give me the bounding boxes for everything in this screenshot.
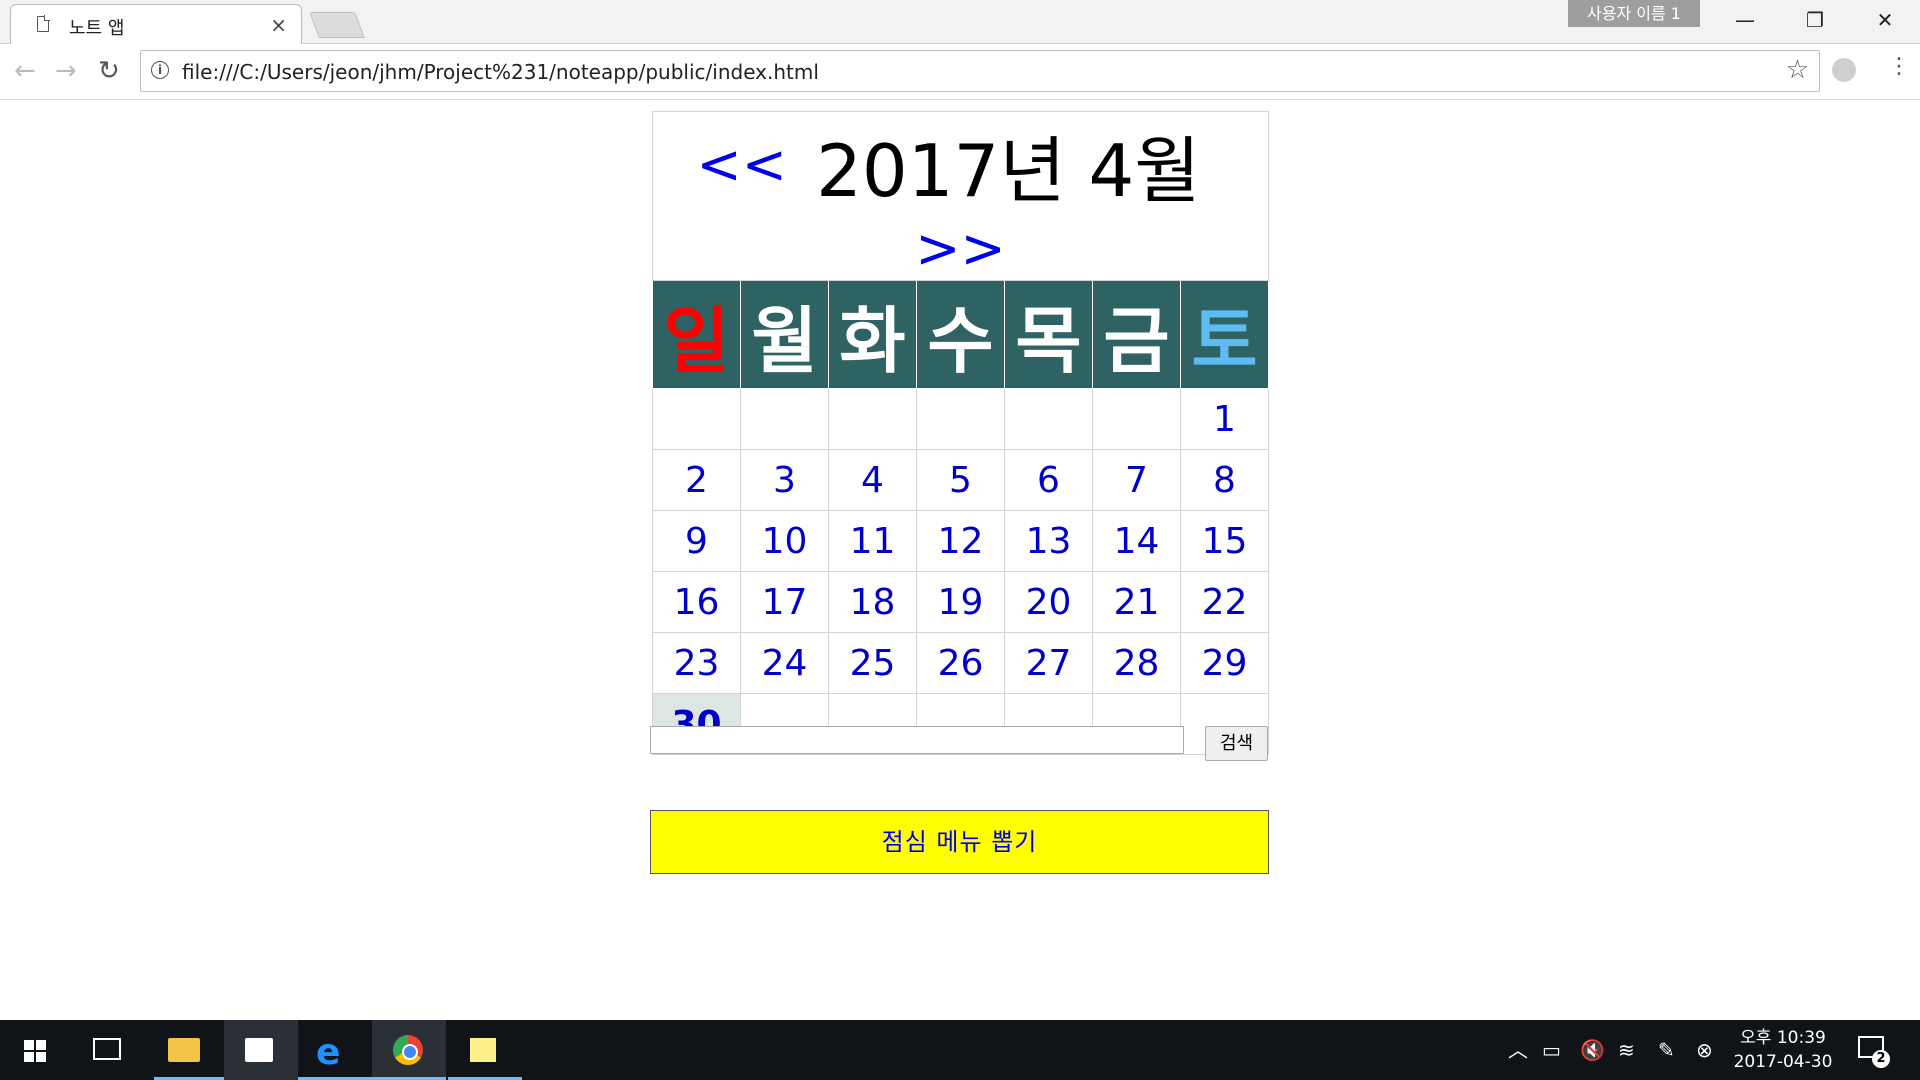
day-cell[interactable]: 18 — [828, 571, 917, 633]
browser-menu-icon[interactable]: ⋮ — [1888, 54, 1910, 79]
maximize-button[interactable]: ❐ — [1780, 0, 1850, 40]
taskbar: e ︿ ▭ 🔇 ≋ ✎ ⊗ 오후 10:39 2017-04-30 2 — [0, 1020, 1920, 1080]
day-cell[interactable]: 13 — [1004, 510, 1093, 572]
volume-muted-icon[interactable]: 🔇 — [1580, 1020, 1605, 1080]
day-cell[interactable]: 16 — [652, 571, 741, 633]
clock-date: 2017-04-30 — [1733, 1052, 1833, 1072]
pen-icon[interactable]: ✎ — [1658, 1020, 1675, 1080]
day-cell[interactable]: 9 — [652, 510, 741, 572]
day-cell[interactable]: 17 — [740, 571, 829, 633]
reload-button[interactable]: ↻ — [98, 56, 120, 86]
weekday-sat: 토 — [1180, 280, 1269, 389]
bookmark-star-icon[interactable]: ☆ — [1786, 55, 1809, 85]
day-cell[interactable]: 15 — [1180, 510, 1269, 572]
browser-toolbar: ← → ↻ i file:///C:/Users/jeon/jhm/Projec… — [0, 44, 1920, 100]
minimize-button[interactable]: — — [1710, 0, 1780, 40]
profile-button[interactable]: 사용자 이름 1 — [1568, 0, 1700, 27]
tab-strip: 노트 앱 × 사용자 이름 1 — ❐ ✕ — [0, 0, 1920, 44]
back-button[interactable]: ← — [14, 56, 36, 86]
day-cell[interactable]: 23 — [652, 632, 741, 694]
day-cell[interactable]: 10 — [740, 510, 829, 572]
day-cell[interactable] — [916, 388, 1005, 450]
day-cell[interactable] — [740, 388, 829, 450]
month-title: 2017년 4월 — [816, 129, 1201, 213]
search-input[interactable] — [650, 726, 1184, 754]
day-cell[interactable] — [1004, 388, 1093, 450]
day-cell[interactable]: 25 — [828, 632, 917, 694]
day-cell[interactable]: 6 — [1004, 449, 1093, 511]
day-cell[interactable]: 7 — [1092, 449, 1181, 511]
day-cell[interactable]: 27 — [1004, 632, 1093, 694]
lunch-menu-button[interactable]: 점심 메뉴 뽑기 — [650, 810, 1269, 874]
url-text[interactable]: file:///C:/Users/jeon/jhm/Project%231/no… — [182, 60, 819, 84]
calendar-header: << 2017년 4월 >> — [652, 111, 1269, 281]
day-cell[interactable]: 1 — [1180, 388, 1269, 450]
weekday-thu: 목 — [1004, 280, 1093, 389]
tab-close-icon[interactable]: × — [270, 13, 287, 37]
file-explorer-icon[interactable] — [168, 1038, 200, 1062]
task-view-icon[interactable] — [93, 1038, 121, 1060]
day-cell[interactable]: 4 — [828, 449, 917, 511]
weekday-mon: 월 — [740, 280, 829, 389]
calendar: << 2017년 4월 >> 일 월 화 수 목 금 토 1 2 3 4 5 6… — [652, 111, 1269, 755]
weekday-row: 일 월 화 수 목 금 토 — [652, 280, 1269, 389]
close-window-button[interactable]: ✕ — [1850, 0, 1920, 40]
week-row: 16 17 18 19 20 21 22 — [652, 571, 1269, 633]
week-row: 1 — [652, 388, 1269, 450]
day-cell[interactable] — [1092, 388, 1181, 450]
search-button[interactable]: 검색 — [1205, 726, 1268, 761]
day-cell[interactable] — [828, 388, 917, 450]
week-row: 23 24 25 26 27 28 29 — [652, 632, 1269, 694]
day-cell[interactable]: 11 — [828, 510, 917, 572]
day-cell[interactable]: 29 — [1180, 632, 1269, 694]
browser-tab[interactable]: 노트 앱 × — [10, 4, 302, 44]
clock[interactable]: 오후 10:39 2017-04-30 — [1728, 1026, 1838, 1074]
new-tab-button[interactable] — [309, 12, 365, 38]
battery-icon[interactable]: ▭ — [1542, 1020, 1561, 1080]
day-cell[interactable]: 14 — [1092, 510, 1181, 572]
day-cell[interactable] — [652, 388, 741, 450]
page-icon — [37, 15, 50, 32]
day-cell[interactable]: 21 — [1092, 571, 1181, 633]
day-cell[interactable]: 24 — [740, 632, 829, 694]
day-cell[interactable]: 12 — [916, 510, 1005, 572]
day-cell[interactable]: 28 — [1092, 632, 1181, 694]
weekday-wed: 수 — [916, 280, 1005, 389]
day-cell[interactable]: 3 — [740, 449, 829, 511]
day-cell[interactable]: 26 — [916, 632, 1005, 694]
day-cell[interactable]: 5 — [916, 449, 1005, 511]
prev-month-link[interactable]: << — [696, 133, 787, 196]
week-row: 9 10 11 12 13 14 15 — [652, 510, 1269, 572]
day-cell[interactable]: 19 — [916, 571, 1005, 633]
notification-badge: 2 — [1872, 1050, 1890, 1068]
clock-time: 오후 10:39 — [1740, 1028, 1826, 1048]
chevron-up-icon[interactable]: ︿ — [1508, 1020, 1528, 1080]
store-icon[interactable] — [245, 1038, 273, 1062]
next-month-link[interactable]: >> — [915, 217, 1006, 280]
chrome-icon[interactable] — [393, 1035, 423, 1065]
forward-button[interactable]: → — [55, 56, 77, 86]
weekday-fri: 금 — [1092, 280, 1181, 389]
weekday-sun: 일 — [652, 280, 741, 389]
weekday-tue: 화 — [828, 280, 917, 389]
start-icon[interactable] — [24, 1040, 46, 1062]
tab-title: 노트 앱 — [69, 18, 125, 39]
edge-icon[interactable]: e — [316, 1032, 340, 1073]
wifi-icon[interactable]: ≋ — [1618, 1020, 1635, 1080]
day-cell[interactable]: 22 — [1180, 571, 1269, 633]
address-bar[interactable]: i file:///C:/Users/jeon/jhm/Project%231/… — [140, 50, 1820, 92]
close-circle-icon[interactable]: ⊗ — [1696, 1020, 1713, 1080]
sticky-notes-icon[interactable] — [470, 1038, 496, 1062]
week-row: 2 3 4 5 6 7 8 — [652, 449, 1269, 511]
day-cell[interactable]: 8 — [1180, 449, 1269, 511]
day-cell[interactable]: 2 — [652, 449, 741, 511]
info-icon[interactable]: i — [151, 61, 169, 79]
extension-icon[interactable] — [1832, 58, 1856, 82]
day-cell[interactable]: 20 — [1004, 571, 1093, 633]
